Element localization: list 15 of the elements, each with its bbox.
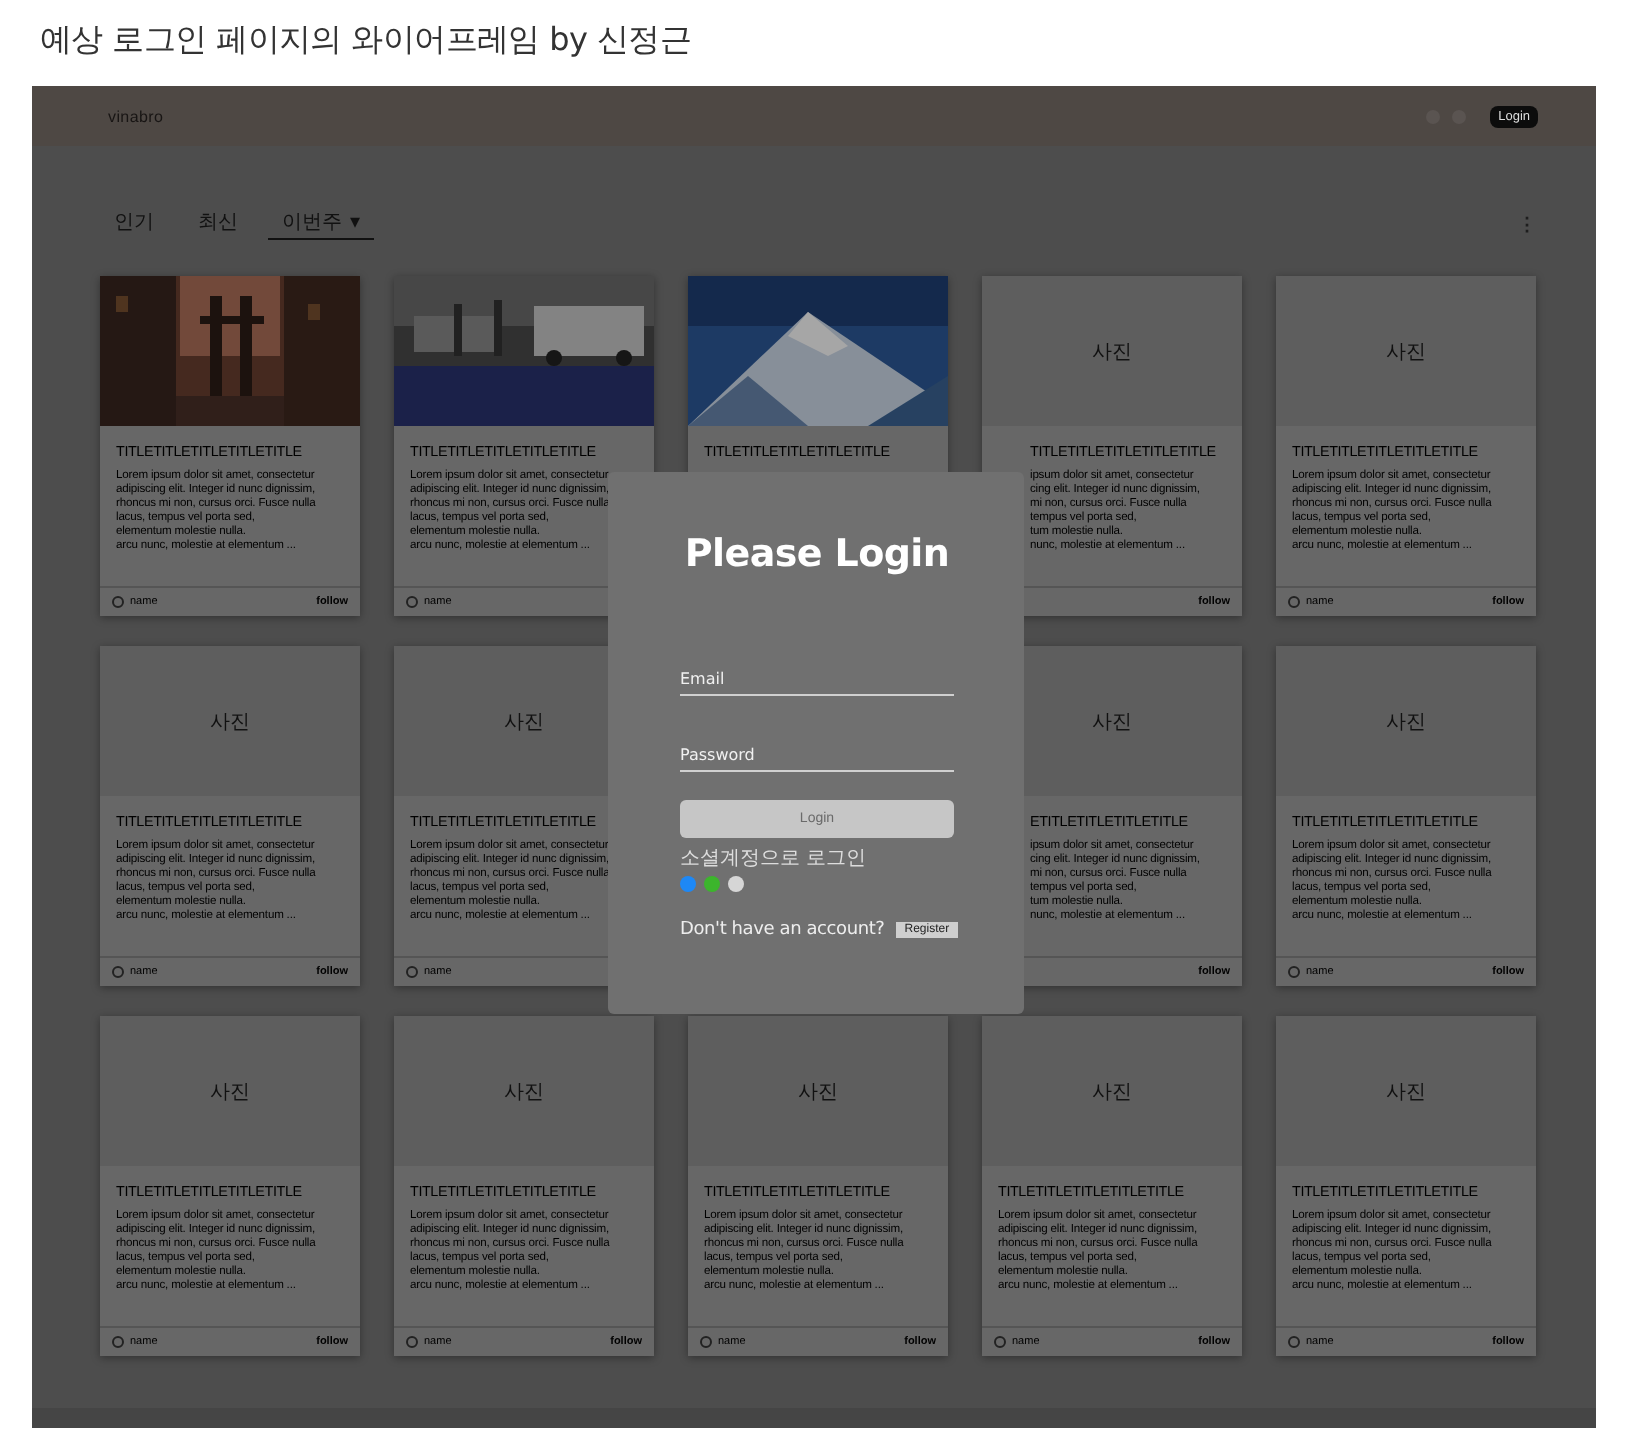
page-title: 예상 로그인 페이지의 와이어프레임 by 신정근 xyxy=(40,20,692,62)
photo-placeholder: 사진 xyxy=(1386,1079,1426,1105)
photo-placeholder: 사진 xyxy=(1092,339,1132,365)
photo-placeholder: 사진 xyxy=(1092,709,1132,735)
photo-placeholder: 사진 xyxy=(210,1079,250,1105)
dialog-title: Please Login xyxy=(682,532,952,576)
photo-placeholder: 사진 xyxy=(210,709,250,735)
photo-placeholder: 사진 xyxy=(1386,709,1426,735)
photo-placeholder: 사진 xyxy=(1386,339,1426,365)
photo-placeholder: 사진 xyxy=(504,1079,544,1105)
social-login-label: 소셜계정으로 로그인 xyxy=(680,846,869,872)
photo-placeholder: 사진 xyxy=(504,709,544,735)
photo-placeholder: 사진 xyxy=(1092,1079,1132,1105)
photo-placeholder: 사진 xyxy=(798,1079,838,1105)
register-prompt: Don't have an account? xyxy=(680,920,885,940)
